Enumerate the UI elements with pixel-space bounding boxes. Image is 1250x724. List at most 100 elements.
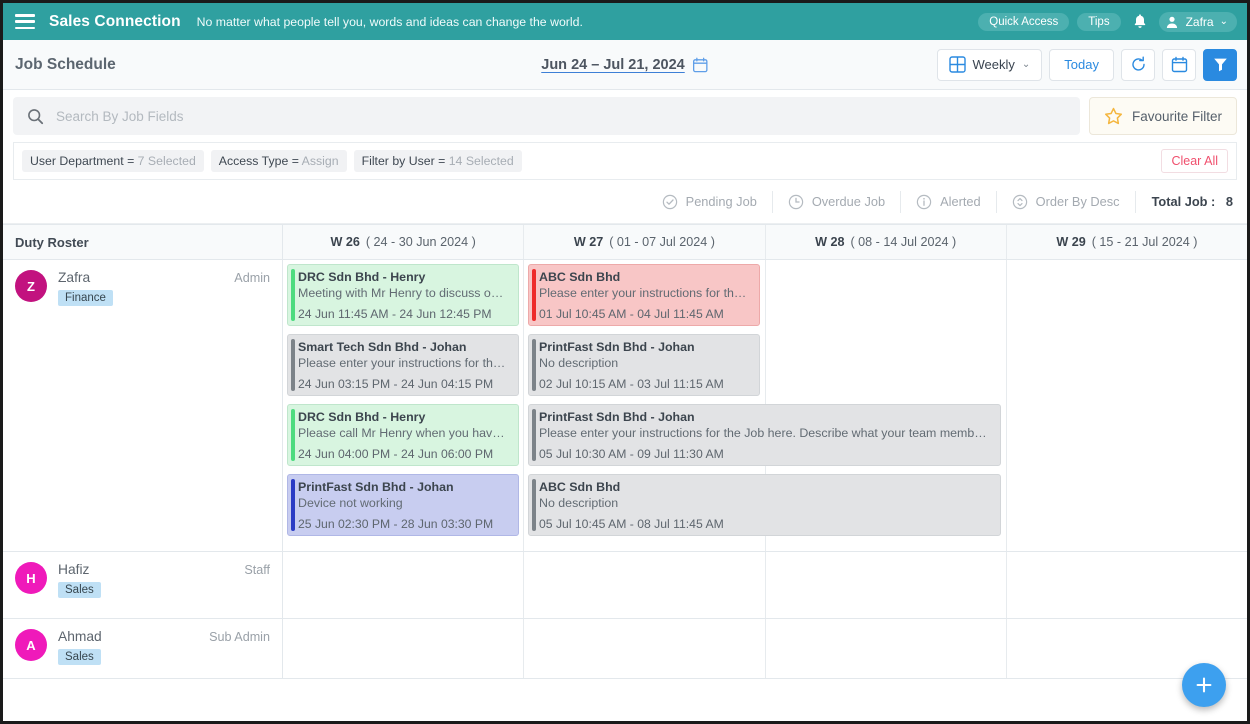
job-event-card[interactable]: Smart Tech Sdn Bhd - Johan Please enter y… bbox=[287, 334, 519, 396]
roster-department-tag: Finance bbox=[58, 290, 113, 306]
clear-all-button[interactable]: Clear All bbox=[1161, 149, 1228, 173]
sort-circle-icon bbox=[1012, 194, 1028, 210]
week-column-header[interactable]: W 29 ( 15 - 21 Jul 2024 ) bbox=[1007, 225, 1247, 259]
job-description: No description bbox=[539, 496, 619, 510]
filter-chip-op: = bbox=[127, 154, 135, 168]
job-event-card[interactable]: PrintFast Sdn Bhd - Johan Please enter yo… bbox=[528, 404, 1001, 466]
job-event-card[interactable]: DRC Sdn Bhd - Henry Please call Mr Henry … bbox=[287, 404, 519, 466]
calendar-body: Z Zafra Admin Finance DRC Sdn Bhd - Henry Mee… bbox=[3, 260, 1247, 721]
legend-overdue-job[interactable]: Overdue Job bbox=[773, 190, 902, 213]
date-picker-button[interactable] bbox=[1162, 48, 1196, 81]
view-mode-label: Weekly bbox=[972, 57, 1015, 72]
roster-department-tag: Sales bbox=[58, 582, 101, 598]
user-menu-button[interactable]: Zafra ⌄ bbox=[1158, 11, 1237, 32]
events-layer bbox=[283, 552, 1247, 618]
clock-circle-icon bbox=[788, 194, 804, 210]
hamburger-menu-icon[interactable] bbox=[15, 14, 35, 29]
roster-cell[interactable]: Z Zafra Admin Finance bbox=[3, 260, 283, 551]
week-column-header[interactable]: W 27 ( 01 - 07 Jul 2024 ) bbox=[524, 225, 766, 259]
duty-roster-header: Duty Roster bbox=[3, 225, 283, 259]
refresh-icon bbox=[1130, 56, 1147, 73]
top-app-bar: Sales Connection No matter what people t… bbox=[3, 3, 1247, 40]
chevron-down-icon: ⌄ bbox=[1021, 59, 1031, 70]
filter-chip[interactable]: User Department = 7 Selected bbox=[22, 150, 204, 172]
legend-alerted[interactable]: Alerted bbox=[901, 190, 997, 213]
job-title: PrintFast Sdn Bhd - Johan bbox=[539, 340, 695, 354]
page-title: Job Schedule bbox=[15, 55, 116, 73]
job-time-range: 01 Jul 10:45 AM - 04 Jul 11:45 AM bbox=[539, 307, 724, 321]
active-filters-bar: User Department = 7 Selected Access Type… bbox=[13, 142, 1237, 180]
week-number: W 27 bbox=[573, 235, 604, 249]
roster-row: Z Zafra Admin Finance DRC Sdn Bhd - Henry Mee… bbox=[3, 260, 1247, 552]
roster-cell[interactable]: A Ahmad Sub Admin Sales bbox=[3, 619, 283, 678]
date-range-label[interactable]: Jun 24 – Jul 21, 2024 bbox=[541, 57, 684, 73]
job-title: Smart Tech Sdn Bhd - Johan bbox=[298, 340, 467, 354]
job-title: DRC Sdn Bhd - Henry bbox=[298, 270, 426, 284]
info-circle-icon bbox=[916, 194, 932, 210]
search-input[interactable] bbox=[56, 108, 1066, 124]
week-number: W 28 bbox=[815, 235, 845, 249]
date-range-control[interactable]: Jun 24 – Jul 21, 2024 bbox=[541, 57, 708, 73]
filter-chip-value: 14 Selected bbox=[448, 154, 514, 168]
user-avatar-icon bbox=[1164, 14, 1180, 30]
week-cells: DRC Sdn Bhd - Henry Meeting with Mr Henry… bbox=[283, 260, 1247, 551]
job-title: PrintFast Sdn Bhd - Johan bbox=[298, 480, 454, 494]
filter-button[interactable] bbox=[1203, 48, 1237, 81]
legend-order-by-desc[interactable]: Order By Desc bbox=[997, 190, 1136, 213]
job-time-range: 05 Jul 10:45 AM - 08 Jul 11:45 AM bbox=[539, 517, 724, 531]
calendar-icon bbox=[1171, 56, 1188, 73]
job-event-card[interactable]: ABC Sdn Bhd No description 05 Jul 10:45 AM… bbox=[528, 474, 1001, 536]
legend-label: Alerted bbox=[940, 194, 981, 209]
roster-user-role: Sub Admin bbox=[209, 630, 270, 644]
star-icon bbox=[1104, 107, 1123, 126]
roster-user-name: Hafiz bbox=[58, 562, 90, 577]
total-job-counter: Total Job : 8 bbox=[1136, 194, 1233, 209]
job-event-card[interactable]: ABC Sdn Bhd Please enter your instruction… bbox=[528, 264, 760, 326]
events-layer bbox=[283, 619, 1247, 678]
filter-chip[interactable]: Access Type = Assign bbox=[210, 150, 347, 172]
quick-access-button[interactable]: Quick Access bbox=[978, 12, 1070, 31]
search-row: Favourite Filter bbox=[3, 90, 1247, 142]
job-title: DRC Sdn Bhd - Henry bbox=[298, 410, 426, 424]
header-toolbar: Weekly ⌄ Today bbox=[936, 48, 1237, 81]
bell-icon[interactable] bbox=[1129, 11, 1151, 33]
job-description: Please enter your instructions for the J… bbox=[539, 426, 992, 440]
filter-chip-label: Access Type bbox=[218, 154, 289, 168]
avatar: Z bbox=[15, 270, 47, 302]
job-time-range: 24 Jun 04:00 PM - 24 Jun 06:00 PM bbox=[298, 447, 494, 461]
week-range: ( 08 - 14 Jul 2024 ) bbox=[850, 235, 957, 249]
filter-chip-label: Filter by User bbox=[361, 154, 435, 168]
job-title: PrintFast Sdn Bhd - Johan bbox=[539, 410, 695, 424]
week-cells bbox=[283, 552, 1247, 618]
week-column-header[interactable]: W 28 ( 08 - 14 Jul 2024 ) bbox=[766, 225, 1007, 259]
today-button[interactable]: Today bbox=[1049, 48, 1114, 81]
job-event-card[interactable]: PrintFast Sdn Bhd - Johan Device not work… bbox=[287, 474, 519, 536]
week-range: ( 01 - 07 Jul 2024 ) bbox=[609, 235, 715, 249]
legend-pending-job[interactable]: Pending Job bbox=[647, 190, 773, 213]
job-time-range: 24 Jun 11:45 AM - 24 Jun 12:45 PM bbox=[298, 307, 492, 321]
roster-cell[interactable]: H Hafiz Staff Sales bbox=[3, 552, 283, 618]
week-column-header[interactable]: W 26 ( 24 - 30 Jun 2024 ) bbox=[283, 225, 525, 259]
filter-chip[interactable]: Filter by User = 14 Selected bbox=[353, 150, 522, 172]
calendar-icon[interactable] bbox=[693, 57, 709, 73]
job-event-card[interactable]: PrintFast Sdn Bhd - Johan No description 0… bbox=[528, 334, 760, 396]
roster-row: A Ahmad Sub Admin Sales bbox=[3, 619, 1247, 679]
schedule-calendar: Duty Roster W 26 ( 24 - 30 Jun 2024 ) W … bbox=[3, 224, 1247, 721]
search-box[interactable] bbox=[13, 97, 1080, 135]
week-number: W 26 bbox=[330, 235, 360, 249]
page-header-bar: Job Schedule Jun 24 – Jul 21, 2024 Weekl… bbox=[3, 40, 1247, 90]
view-mode-select[interactable]: Weekly ⌄ bbox=[936, 48, 1043, 81]
add-job-fab[interactable] bbox=[1182, 663, 1226, 707]
favourite-filter-button[interactable]: Favourite Filter bbox=[1088, 97, 1237, 135]
job-description: Please enter your instructions for the J… bbox=[539, 286, 751, 300]
avatar: H bbox=[15, 562, 47, 594]
legend-label: Order By Desc bbox=[1035, 194, 1120, 209]
topbar-actions: Quick Access Tips Zafra ⌄ bbox=[978, 11, 1237, 33]
job-description: Device not working bbox=[298, 496, 403, 510]
job-description: Please call Mr Henry when you have rea..… bbox=[298, 426, 510, 440]
funnel-icon bbox=[1212, 56, 1229, 73]
job-event-card[interactable]: DRC Sdn Bhd - Henry Meeting with Mr Henry… bbox=[287, 264, 519, 326]
tips-button[interactable]: Tips bbox=[1077, 12, 1121, 31]
total-job-value: 8 bbox=[1225, 194, 1233, 209]
refresh-button[interactable] bbox=[1121, 48, 1155, 81]
